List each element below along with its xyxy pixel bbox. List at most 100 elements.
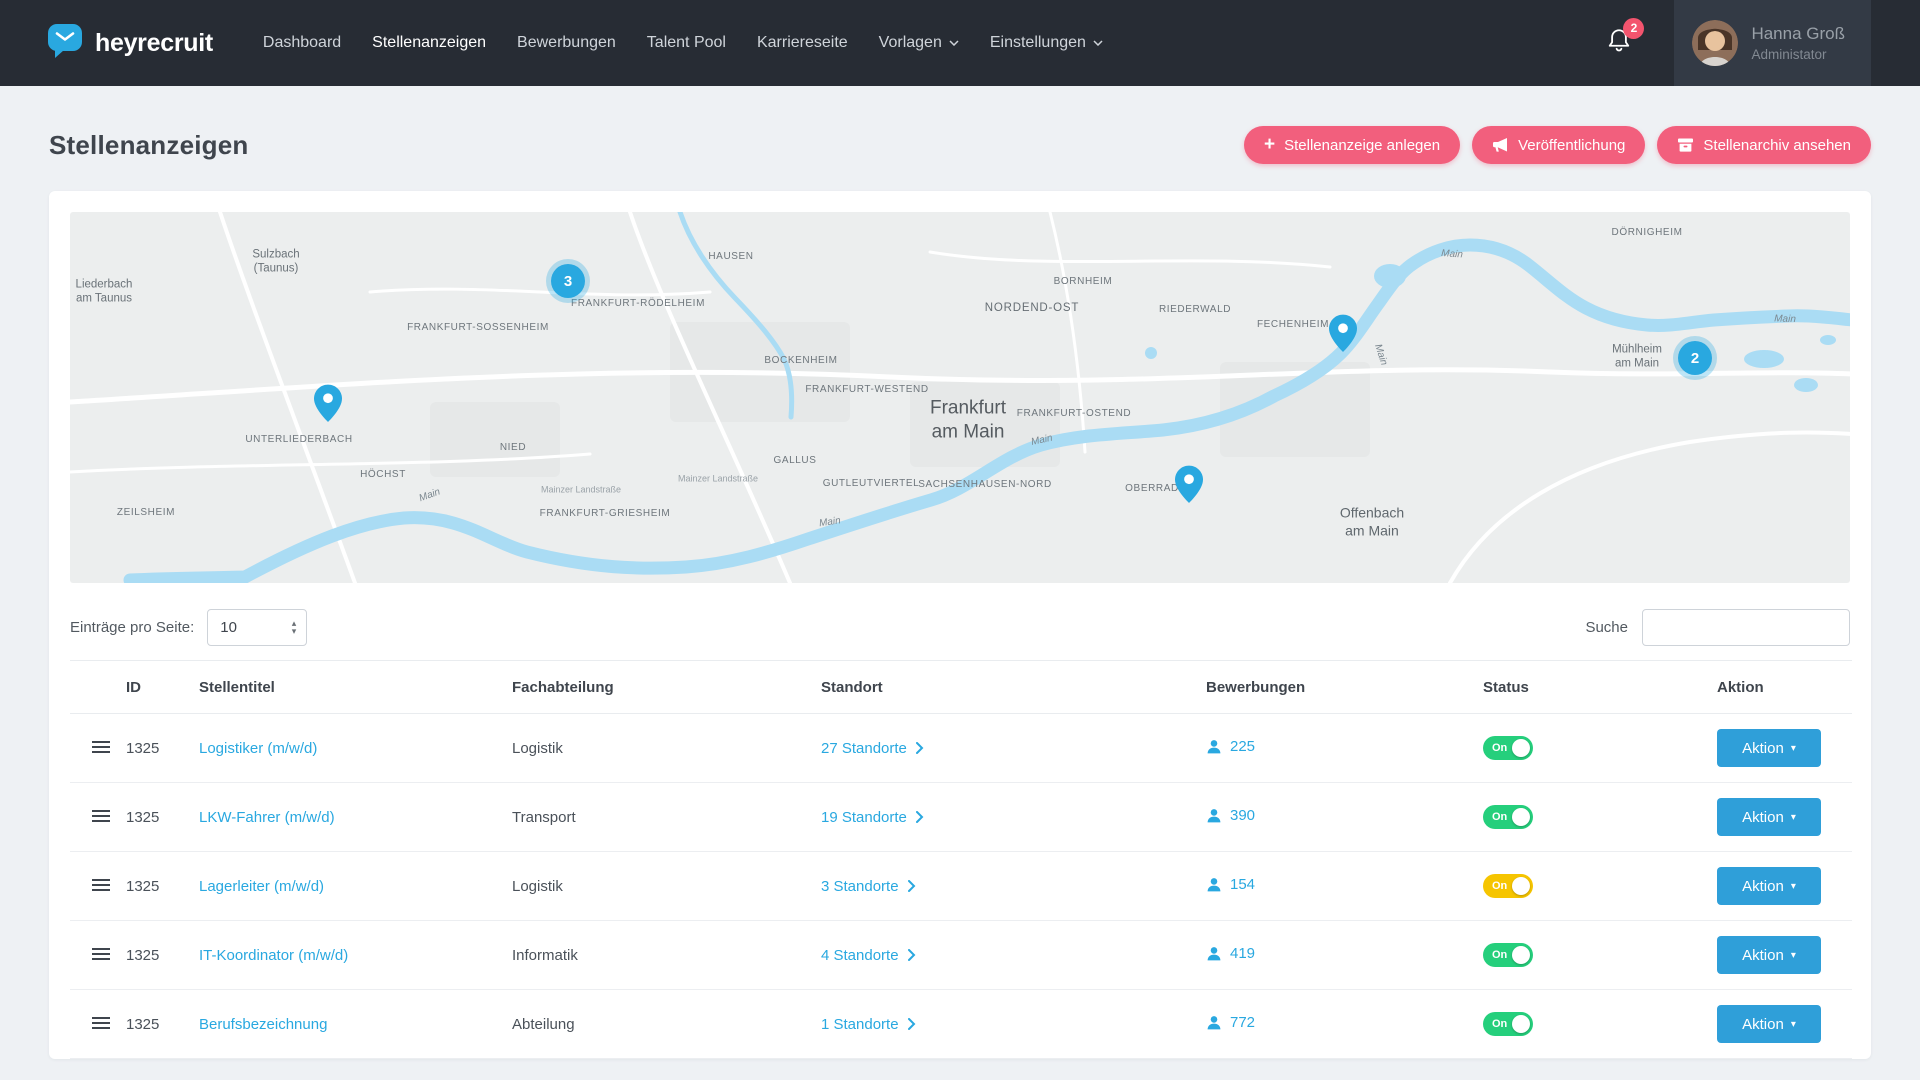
- caret-down-icon: ▾: [1791, 881, 1796, 892]
- nav-item-bewerbungen[interactable]: Bewerbungen: [517, 34, 616, 52]
- stepper-icon: ▴▾: [292, 620, 297, 635]
- per-page-select[interactable]: 10 ▴▾: [207, 609, 307, 646]
- chevron-right-icon: [908, 949, 916, 961]
- nav-item-vorlagen[interactable]: Vorlagen: [879, 34, 959, 52]
- caret-down-icon: ▾: [1791, 743, 1796, 754]
- brand-name: heyrecruit: [95, 29, 213, 58]
- nav-item-einstellungen[interactable]: Einstellungen: [990, 34, 1103, 52]
- nav-items: Dashboard Stellenanzeigen Bewerbungen Ta…: [263, 34, 1103, 52]
- navbar-right: 2 Hanna Groß Administator: [1606, 0, 1920, 86]
- status-toggle[interactable]: On: [1483, 736, 1533, 760]
- locations-link[interactable]: 19 Standorte: [821, 809, 924, 826]
- header-location: Standort: [821, 661, 1206, 714]
- header-handle: [70, 661, 126, 714]
- action-button[interactable]: Aktion▾: [1717, 1005, 1821, 1043]
- nav-item-dashboard[interactable]: Dashboard: [263, 34, 341, 52]
- nav-item-karriereseite[interactable]: Karriereseite: [757, 34, 848, 52]
- locations-link[interactable]: 3 Standorte: [821, 878, 916, 895]
- create-job-button[interactable]: + Stellenanzeige anlegen: [1244, 126, 1460, 164]
- action-button[interactable]: Aktion▾: [1717, 936, 1821, 974]
- notification-badge: 2: [1623, 18, 1644, 39]
- brand-logo[interactable]: heyrecruit: [47, 23, 213, 64]
- job-department: Logistik: [512, 714, 821, 783]
- map-cluster-marker[interactable]: 3: [551, 264, 585, 298]
- job-id: 1325: [126, 921, 199, 990]
- toggle-knob: [1512, 946, 1530, 964]
- table-controls: Einträge pro Seite: 10 ▴▾ Suche: [70, 609, 1850, 646]
- megaphone-icon: [1492, 137, 1509, 153]
- chevron-down-icon: [1093, 40, 1103, 46]
- header-action: Aktion: [1717, 661, 1852, 714]
- job-department: Transport: [512, 783, 821, 852]
- person-icon: [1206, 739, 1222, 754]
- job-title-link[interactable]: IT-Koordinator (m/w/d): [199, 947, 348, 964]
- per-page-label: Einträge pro Seite:: [70, 619, 194, 636]
- chevron-right-icon: [916, 742, 924, 754]
- top-navbar: heyrecruit Dashboard Stellenanzeigen Bew…: [0, 0, 1920, 86]
- archive-button[interactable]: Stellenarchiv ansehen: [1657, 126, 1871, 164]
- map-pin-marker[interactable]: [1175, 465, 1203, 508]
- publication-button[interactable]: Veröffentlichung: [1472, 126, 1645, 164]
- status-toggle[interactable]: On: [1483, 943, 1533, 967]
- nav-item-talent-pool[interactable]: Talent Pool: [647, 34, 726, 52]
- locations-link[interactable]: 27 Standorte: [821, 740, 924, 757]
- status-toggle[interactable]: On: [1483, 874, 1533, 898]
- action-button[interactable]: Aktion▾: [1717, 798, 1821, 836]
- applications-count[interactable]: 225: [1206, 738, 1255, 755]
- drag-handle[interactable]: [88, 943, 114, 968]
- header-id: ID: [126, 661, 199, 714]
- header-title: Stellentitel: [199, 661, 512, 714]
- action-button[interactable]: Aktion▾: [1717, 867, 1821, 905]
- toggle-knob: [1512, 1015, 1530, 1033]
- nav-item-stellenanzeigen[interactable]: Stellenanzeigen: [372, 34, 486, 52]
- locations-link[interactable]: 1 Standorte: [821, 1016, 916, 1033]
- locations-map[interactable]: HAUSEN DÖRNIGHEIM FRANKFURT-RÖDELHEIM FR…: [70, 212, 1850, 583]
- caret-down-icon: ▾: [1791, 950, 1796, 961]
- page-header: Stellenanzeigen + Stellenanzeige anlegen…: [0, 126, 1920, 164]
- job-title-link[interactable]: Berufsbezeichnung: [199, 1016, 327, 1033]
- applications-count[interactable]: 154: [1206, 876, 1255, 893]
- locations-link[interactable]: 4 Standorte: [821, 947, 916, 964]
- applications-count[interactable]: 419: [1206, 945, 1255, 962]
- caret-down-icon: ▾: [1791, 812, 1796, 823]
- table-row: 1325 Berufsbezeichnung Abteilung 1 Stand…: [70, 990, 1852, 1059]
- user-role: Administator: [1751, 47, 1845, 62]
- archive-icon: [1677, 137, 1694, 153]
- map-pin-marker[interactable]: [314, 384, 342, 427]
- applications-count[interactable]: 772: [1206, 1014, 1255, 1031]
- notifications-bell[interactable]: 2: [1606, 27, 1632, 60]
- map-cluster-marker[interactable]: 2: [1678, 341, 1712, 375]
- job-title-link[interactable]: LKW-Fahrer (m/w/d): [199, 809, 335, 826]
- table-header-row: ID Stellentitel Fachabteilung Standort B…: [70, 661, 1852, 714]
- header-actions: + Stellenanzeige anlegen Veröffentlichun…: [1244, 126, 1871, 164]
- status-toggle[interactable]: On: [1483, 805, 1533, 829]
- job-department: Informatik: [512, 921, 821, 990]
- user-menu[interactable]: Hanna Groß Administator: [1674, 0, 1871, 86]
- toggle-knob: [1512, 877, 1530, 895]
- chevron-right-icon: [908, 880, 916, 892]
- drag-handle[interactable]: [88, 736, 114, 761]
- drag-handle[interactable]: [88, 874, 114, 899]
- person-icon: [1206, 808, 1222, 823]
- table-row: 1325 IT-Koordinator (m/w/d) Informatik 4…: [70, 921, 1852, 990]
- caret-down-icon: ▾: [1791, 1019, 1796, 1030]
- person-icon: [1206, 1015, 1222, 1030]
- table-row: 1325 LKW-Fahrer (m/w/d) Transport 19 Sta…: [70, 783, 1852, 852]
- drag-handle[interactable]: [88, 1012, 114, 1037]
- table-row: 1325 Logistiker (m/w/d) Logistik 27 Stan…: [70, 714, 1852, 783]
- drag-handle[interactable]: [88, 805, 114, 830]
- table-row: 1325 Lagerleiter (m/w/d) Logistik 3 Stan…: [70, 852, 1852, 921]
- job-title-link[interactable]: Lagerleiter (m/w/d): [199, 878, 324, 895]
- person-icon: [1206, 946, 1222, 961]
- job-title-link[interactable]: Logistiker (m/w/d): [199, 740, 317, 757]
- action-button[interactable]: Aktion▾: [1717, 729, 1821, 767]
- applications-count[interactable]: 390: [1206, 807, 1255, 824]
- search-input[interactable]: [1642, 609, 1850, 646]
- search-label: Suche: [1585, 619, 1628, 636]
- content-card: HAUSEN DÖRNIGHEIM FRANKFURT-RÖDELHEIM FR…: [49, 191, 1871, 1059]
- job-department: Logistik: [512, 852, 821, 921]
- map-pin-marker[interactable]: [1329, 314, 1357, 357]
- header-status: Status: [1483, 661, 1717, 714]
- status-toggle[interactable]: On: [1483, 1012, 1533, 1036]
- job-id: 1325: [126, 714, 199, 783]
